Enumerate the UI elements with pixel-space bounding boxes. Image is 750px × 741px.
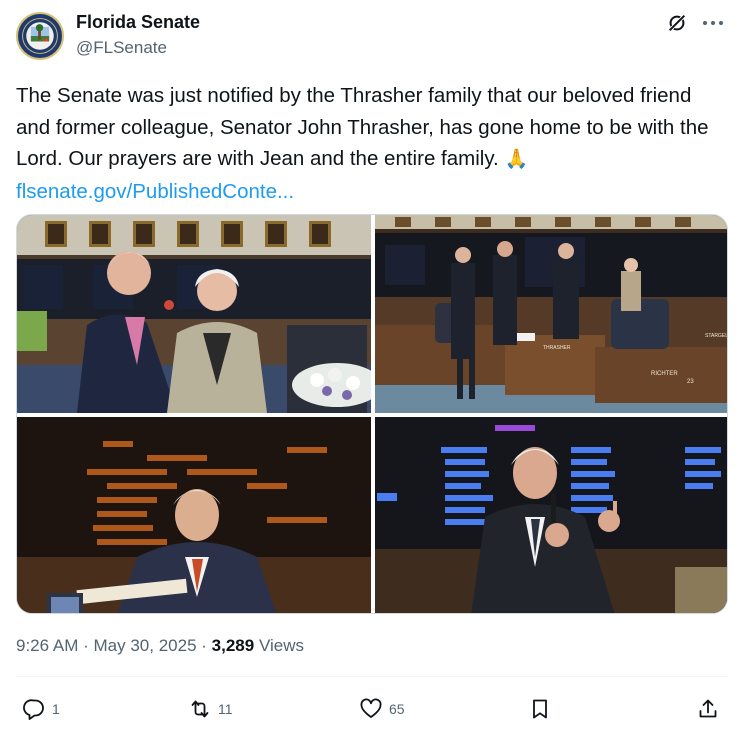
account-name[interactable]: Florida Senate [76, 12, 200, 33]
reply-count: 1 [52, 701, 60, 717]
desk-label-thrasher: THRASHER [543, 345, 571, 351]
media-grid: THRASHER RICHTER STARGEL 23 [16, 214, 728, 614]
tweet-body: The Senate was just notified by the Thra… [16, 80, 728, 207]
reply-button[interactable]: 1 [22, 696, 60, 722]
like-count: 65 [389, 701, 405, 717]
views-count: 3,289 [211, 636, 255, 655]
account-handle[interactable]: @FLSenate [76, 38, 167, 58]
desk-label-richter: RICHTER [651, 371, 678, 377]
desk-number: 23 [687, 379, 694, 385]
tweet-text: The Senate was just notified by the Thra… [16, 84, 709, 170]
divider [16, 676, 728, 677]
more-icon[interactable] [702, 16, 724, 30]
repost-icon [191, 700, 209, 718]
photo-senate-chamber-floor[interactable]: THRASHER RICHTER STARGEL 23 [375, 215, 728, 413]
reply-icon [23, 699, 44, 720]
photo-senator-with-spouse[interactable] [17, 215, 371, 413]
tweet-time[interactable]: 9:26 AM [16, 636, 78, 655]
tweet-date[interactable]: May 30, 2025 [94, 636, 197, 655]
views-label: Views [258, 636, 304, 655]
desk-label-stargel: STARGEL [705, 333, 728, 339]
avatar[interactable] [16, 12, 64, 60]
heart-icon [360, 698, 382, 718]
bookmark-icon [533, 699, 547, 719]
tweet-header: Florida Senate @FLSenate [16, 10, 734, 62]
photo-senator-speaking[interactable] [375, 417, 727, 613]
repost-button[interactable]: 11 [188, 696, 233, 722]
bookmark-button[interactable] [528, 696, 552, 722]
seal-icon [18, 14, 62, 58]
action-bar: 1 11 65 [16, 690, 728, 730]
tweet-link[interactable]: flsenate.gov/PublishedConte... [16, 176, 728, 208]
like-button[interactable]: 65 [359, 696, 405, 722]
share-icon [699, 699, 717, 718]
grok-icon[interactable] [666, 12, 688, 34]
meta-separator-2: · [201, 636, 207, 655]
praying-hands-emoji: 🙏 [504, 148, 529, 170]
photo-senator-at-desk[interactable] [17, 417, 371, 613]
repost-count: 11 [218, 701, 233, 717]
meta-separator: · [83, 636, 89, 655]
tweet-meta: 9:26 AM · May 30, 2025 · 3,289 Views [16, 636, 304, 656]
share-button[interactable] [696, 696, 720, 722]
